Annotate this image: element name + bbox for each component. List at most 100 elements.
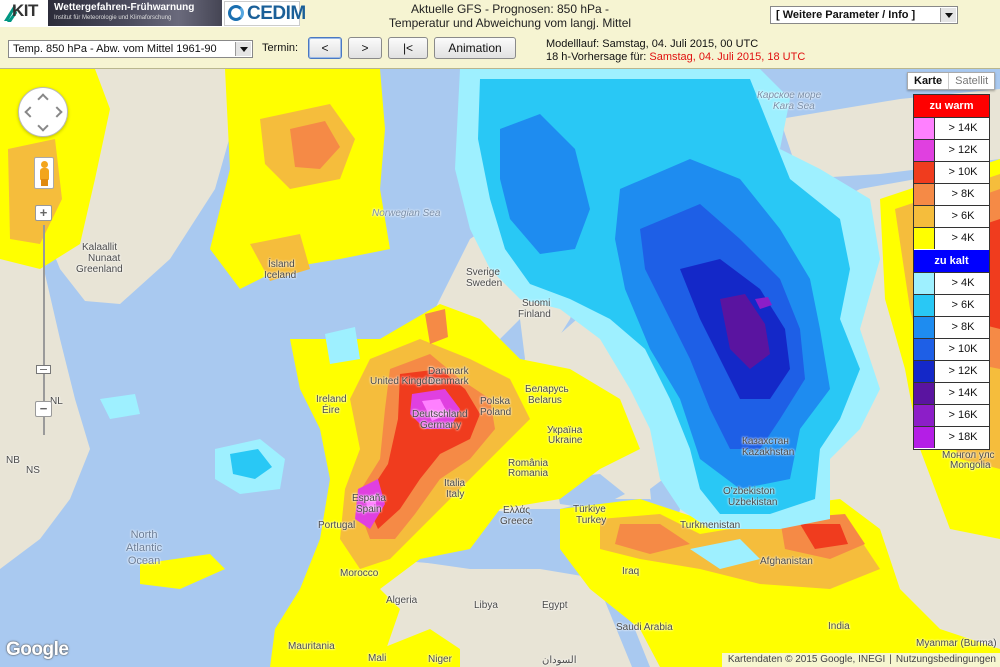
- legend-warm-title: zu warm: [914, 95, 989, 118]
- map-type-satellit[interactable]: Satellit: [949, 73, 994, 89]
- pan-left-icon[interactable]: [24, 106, 36, 118]
- legend-cold-swatch: [914, 383, 935, 404]
- zoom-slider-handle[interactable]: [36, 365, 51, 374]
- banner-title: Wettergefahren-Frühwarnung: [54, 2, 195, 13]
- legend-warm-swatch: [914, 206, 935, 227]
- map-type-control: Karte Satellit: [907, 72, 996, 90]
- legend-cold-row: > 10K: [914, 339, 989, 361]
- cedim-logo[interactable]: CEDIM: [224, 1, 306, 26]
- label-afghanistan: Afghanistan: [760, 556, 813, 567]
- legend-warm-row: > 12K: [914, 140, 989, 162]
- map-canvas[interactable]: Kalaallit Nunaat Greenland Ísland Icelan…: [0, 69, 1000, 667]
- attribution-separator: |: [889, 654, 892, 665]
- legend-warm-row: > 8K: [914, 184, 989, 206]
- label-north-atlantic-ocean: North Atlantic Ocean: [126, 529, 162, 568]
- terms-link[interactable]: Nutzungsbedingungen: [896, 654, 996, 665]
- legend-cold-rows: > 4K > 6K > 8K > 10K > 12K > 14K > 16K > 18K: [914, 273, 989, 449]
- more-params-value: [ Weitere Parameter / Info ]: [776, 9, 916, 21]
- chevron-down-icon[interactable]: [235, 42, 251, 56]
- label-uzbekistan-en: Uzbekistan: [728, 497, 778, 508]
- prev-time-button[interactable]: <: [308, 37, 342, 59]
- header-bar: KIT Wettergefahren-Frühwarnung Institut …: [0, 0, 1000, 69]
- pan-control[interactable]: [18, 87, 68, 137]
- page-title-line1: Aktuelle GFS - Prognosen: 850 hPa -: [410, 2, 610, 16]
- pan-up-icon[interactable]: [37, 93, 49, 105]
- label-portugal: Portugal: [318, 520, 356, 531]
- label-island: Ísland: [268, 259, 295, 270]
- label-hellas: Ελλάς: [503, 505, 531, 516]
- more-params-select[interactable]: [ Weitere Parameter / Info ]: [770, 6, 958, 24]
- parameter-select[interactable]: Temp. 850 hPa - Abw. vom Mittel 1961-90: [8, 40, 253, 58]
- legend-warm-swatch: [914, 118, 935, 139]
- label-turkiye: Türkiye: [573, 504, 606, 515]
- chevron-down-icon[interactable]: [940, 8, 956, 22]
- legend-cold-row: > 6K: [914, 295, 989, 317]
- legend-cold-swatch: [914, 339, 935, 360]
- kit-logo-text: KIT: [12, 1, 38, 20]
- label-espana: España: [352, 493, 386, 504]
- legend-cold-row: > 12K: [914, 361, 989, 383]
- legend-cold-label: > 10K: [948, 343, 978, 355]
- label-finland: Finland: [518, 309, 551, 320]
- legend-warm-label: > 12K: [948, 144, 978, 156]
- animation-button[interactable]: Animation: [434, 37, 516, 59]
- legend-cold-swatch: [914, 427, 935, 448]
- label-egypt: Egypt: [542, 600, 568, 611]
- next-time-button[interactable]: >: [348, 37, 382, 59]
- label-spain: Spain: [356, 504, 382, 515]
- banner-subtitle: Institut für Meteorologie und Klimaforsc…: [54, 15, 172, 21]
- label-kara-sea: Kara Sea: [773, 101, 815, 112]
- label-sudan: السودان: [542, 655, 577, 666]
- page-title-line2: Temperatur und Abweichung vom langj. Mit…: [388, 16, 632, 30]
- zoom-out-button[interactable]: −: [35, 401, 52, 417]
- label-algeria: Algeria: [386, 595, 418, 606]
- legend-cold-label: > 8K: [951, 321, 975, 333]
- label-ns: NS: [26, 465, 40, 476]
- pan-down-icon[interactable]: [37, 120, 49, 132]
- first-time-button[interactable]: |<: [388, 37, 428, 59]
- legend-cold-swatch: [914, 317, 935, 338]
- street-view-pegman-icon[interactable]: [34, 157, 54, 189]
- google-logo[interactable]: Google: [6, 639, 69, 661]
- label-mauritania: Mauritania: [288, 641, 335, 652]
- anomaly-legend: zu warm > 14K > 12K > 10K > 8K > 6K > 4K zu k…: [913, 94, 990, 450]
- label-belarus-ru: Беларусь: [525, 384, 569, 395]
- legend-warm-label: > 8K: [951, 188, 975, 200]
- legend-cold-row: > 14K: [914, 383, 989, 405]
- legend-cold-row: > 4K: [914, 273, 989, 295]
- legend-cold-row: > 18K: [914, 427, 989, 449]
- label-libya: Libya: [474, 600, 498, 611]
- map-layers: [0, 69, 1000, 667]
- label-iceland: Iceland: [264, 270, 297, 281]
- legend-cold-label: > 18K: [948, 431, 978, 443]
- legend-warm-swatch: [914, 140, 935, 161]
- label-turkey: Turkey: [576, 515, 607, 526]
- termin-label: Termin:: [262, 42, 299, 54]
- logo-strip: KIT Wettergefahren-Frühwarnung Institut …: [0, 0, 306, 27]
- kit-logo[interactable]: KIT: [2, 1, 46, 25]
- label-kazakhstan: Kazakhstan: [742, 447, 795, 458]
- label-belarus: Belarus: [528, 395, 562, 406]
- map-attribution: Kartendaten © 2015 Google, INEGI | Nutzung…: [721, 653, 1000, 667]
- label-poland: Poland: [480, 407, 512, 418]
- legend-cold-row: > 16K: [914, 405, 989, 427]
- map-type-karte[interactable]: Karte: [908, 73, 950, 89]
- label-kalaallit: Kalaallit: [82, 242, 118, 253]
- legend-cold-label: > 4K: [951, 277, 975, 289]
- label-greenland: Greenland: [76, 264, 123, 275]
- legend-cold-label: > 16K: [948, 409, 978, 421]
- label-iraq: Iraq: [622, 566, 640, 577]
- cedim-logo-text: CEDIM: [247, 3, 306, 24]
- label-denmark: Denmark: [428, 376, 469, 387]
- page-title: Aktuelle GFS - Prognosen: 850 hPa - Temp…: [360, 2, 660, 30]
- zoom-in-button[interactable]: +: [35, 205, 52, 221]
- cedim-ring-icon: [228, 5, 244, 21]
- warning-banner-logo[interactable]: Wettergefahren-Frühwarnung Institut für …: [48, 0, 222, 26]
- attribution-text: Kartendaten © 2015 Google, INEGI: [727, 654, 886, 665]
- legend-warm-swatch: [914, 184, 935, 205]
- label-mongolia: Mongolia: [950, 460, 991, 471]
- label-myanmar: Myanmar (Burma): [916, 638, 997, 649]
- forecast-value: Samstag, 04. Juli 2015, 18 UTC: [649, 51, 806, 63]
- legend-cold-label: > 12K: [948, 365, 978, 377]
- pan-right-icon[interactable]: [51, 106, 63, 118]
